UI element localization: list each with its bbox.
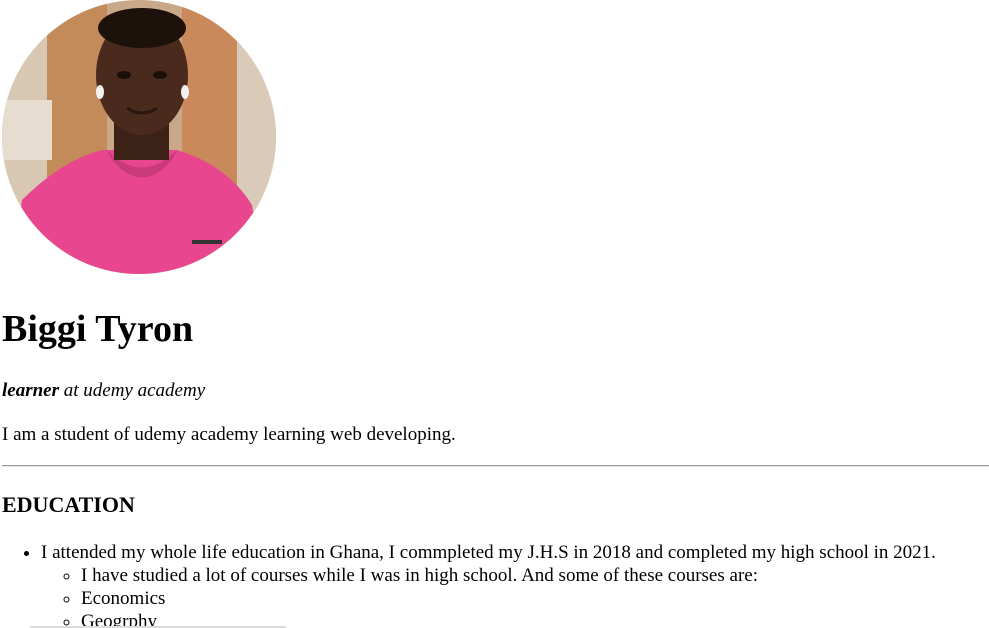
profile-photo-image bbox=[2, 0, 276, 274]
education-heading: EDUCATION bbox=[2, 492, 135, 517]
profile-role: learner at udemy academy bbox=[2, 379, 205, 403]
education-list: I attended my whole life education in Gh… bbox=[0, 541, 936, 628]
profile-bio: I am a student of udemy academy learning… bbox=[2, 424, 456, 445]
profile-photo bbox=[2, 0, 276, 274]
list-item: Economics bbox=[81, 587, 936, 610]
role-title: learner bbox=[2, 380, 59, 401]
section-divider bbox=[2, 465, 989, 467]
list-item: I have studied a lot of courses while I … bbox=[81, 564, 936, 587]
profile-name: Biggi Tyron bbox=[2, 308, 194, 350]
education-summary: I attended my whole life education in Gh… bbox=[41, 542, 936, 563]
list-item: I attended my whole life education in Gh… bbox=[41, 541, 936, 628]
education-sub-list: I have studied a lot of courses while I … bbox=[41, 564, 936, 628]
role-organization: at udemy academy bbox=[59, 380, 206, 401]
